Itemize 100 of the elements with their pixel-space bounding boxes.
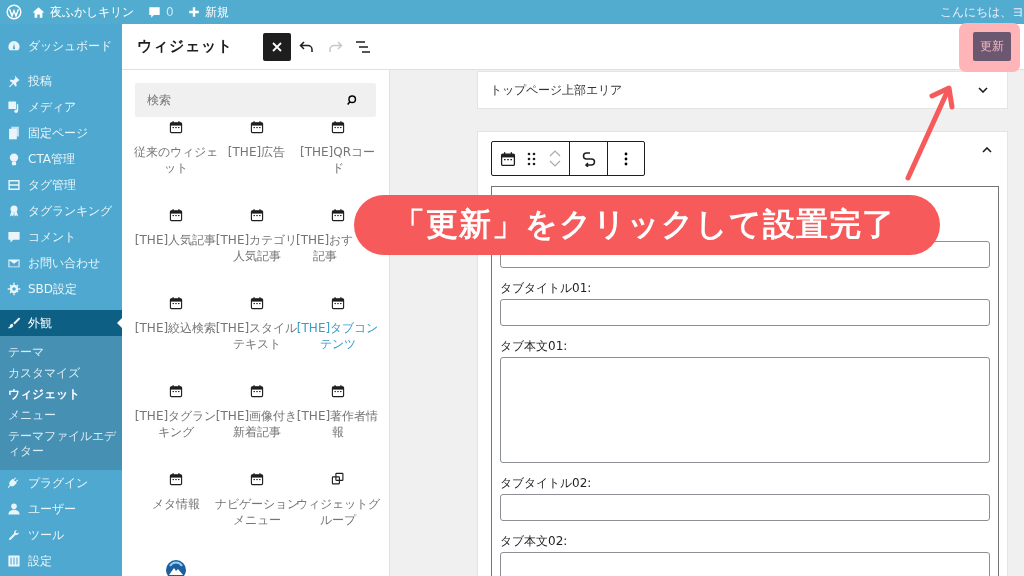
menu-item[interactable]: CTA管理 [0,146,122,172]
menu-item[interactable]: お問い合わせ [0,250,122,276]
menu-item[interactable]: ツール [0,522,122,548]
calendar-icon [249,384,264,398]
calendar-icon [168,296,183,310]
move-up-button[interactable] [549,150,561,157]
block-item[interactable]: [THE]タブコンテンツ [297,296,378,384]
menu-item[interactable]: ダッシュボード [0,33,122,59]
text-area[interactable] [500,357,990,463]
field-label: タブ本文01: [500,338,569,354]
home-icon [32,5,45,19]
instruction-tooltip: 「更新」をクリックして設置完了 [354,195,940,255]
calendar-icon [168,208,183,222]
close-button[interactable] [263,32,291,61]
group-icon [330,472,345,486]
chevron-up-icon [549,150,561,157]
widget-area[interactable]: トップページ上部エリア [478,72,1007,108]
move-down-button[interactable] [549,160,561,167]
gear-icon [7,282,21,296]
plus-icon [187,6,200,18]
menu-item[interactable]: ユーザー [0,496,122,522]
drag-handle-icon [527,151,536,166]
drag-handle[interactable] [527,151,536,166]
calendar-icon [168,120,183,134]
search-field[interactable]: 検索 [135,83,376,117]
greeting-text: こんにちは、ヨ [940,3,1024,21]
calendar-icon [249,120,264,134]
calendar-icon [500,150,516,167]
speech-bubble-icon [148,5,161,19]
submenu-item[interactable]: メニュー [0,405,122,426]
calendar-icon [168,472,183,486]
menu-item[interactable]: タグランキング [0,198,122,224]
text-field[interactable] [500,494,990,521]
undo-icon [299,39,315,54]
field-label: タブタイトル02: [500,475,593,491]
block-item[interactable]: [THE]人気記事 [135,208,216,296]
comments-link[interactable]: 0 [148,5,174,19]
menu-item[interactable]: 投稿 [0,68,122,94]
block-item[interactable]: [THE]著作者情報 [297,384,378,472]
redo-icon [327,39,343,54]
block-item[interactable]: [THE]スタイルテキスト [216,296,297,384]
transform-button[interactable] [580,150,597,167]
calendar-icon [168,384,183,398]
more-options-button[interactable] [624,151,628,166]
media-icon [7,100,21,114]
lightbulb-icon [7,152,21,166]
speech-bubble-icon [7,230,21,244]
wrench-icon [7,528,21,542]
menu-item[interactable]: タグ管理 [0,172,122,198]
block-item[interactable]: ナビゲーションメニュー [216,472,297,560]
chevron-up-icon [982,147,992,153]
block-item[interactable]: ウィジェットグループ [297,472,378,560]
block-item[interactable]: 従来のウィジェット [135,120,216,208]
calendar-icon [330,208,345,222]
block-item[interactable]: [THE]画像付き新着記事 [216,384,297,472]
field-label: タブ本文02: [500,533,569,549]
submenu-item[interactable]: テーマ [0,342,122,363]
chevron-down-icon [549,160,561,167]
text-field[interactable] [500,299,990,326]
gauge-icon [7,39,21,53]
block-item[interactable]: メタ情報 [135,472,216,560]
user-icon [7,502,21,516]
update-button[interactable]: 更新 [973,32,1011,61]
block-item[interactable]: [THE]広告 [216,120,297,208]
pushpin-icon [7,74,21,88]
calendar-icon [330,296,345,310]
menu-item[interactable]: プラグイン [0,470,122,496]
calendar-icon [249,472,264,486]
submenu-item[interactable]: ウィジェット [0,384,122,405]
menu-item[interactable]: コメント [0,224,122,250]
menu-item[interactable]: メディア [0,94,122,120]
list-icon [355,39,371,54]
calendar-icon [330,120,345,134]
new-link[interactable]: 新規 [187,3,229,21]
submenu-item[interactable]: テーマファイルエディター [0,426,122,462]
menu-item[interactable]: 固定ページ [0,120,122,146]
ribbon-icon [7,204,21,218]
calendar-icon [330,384,345,398]
calendar-icon [249,296,264,310]
sliders-icon [7,554,21,568]
grid-icon [7,178,21,192]
vertical-dots-icon [624,151,628,166]
submenu-item[interactable]: カスタマイズ [0,363,122,384]
close-icon [271,40,283,53]
block-item[interactable]: [THE]絞込検索 [135,296,216,384]
page-title: ウィジェット [137,37,233,56]
site-link[interactable]: 夜ふかしキリン [32,3,134,21]
pages-icon [7,126,21,140]
menu-item[interactable]: 設定 [0,548,122,574]
calendar-icon [249,208,264,222]
chevron-down-icon [978,87,988,93]
plug-icon [7,476,21,490]
logo-icon [6,4,22,20]
field-label: タブタイトル01: [500,280,593,296]
area-title: トップページ上部エリア [490,81,622,99]
menu-item[interactable]: 外観 [0,310,122,336]
block-type-button[interactable] [500,150,516,167]
block-item[interactable]: [THE]カテゴリ人気記事 [216,208,297,296]
block-item[interactable]: [THE]タグランキング [135,384,216,472]
menu-item[interactable]: SBD設定 [0,276,122,302]
